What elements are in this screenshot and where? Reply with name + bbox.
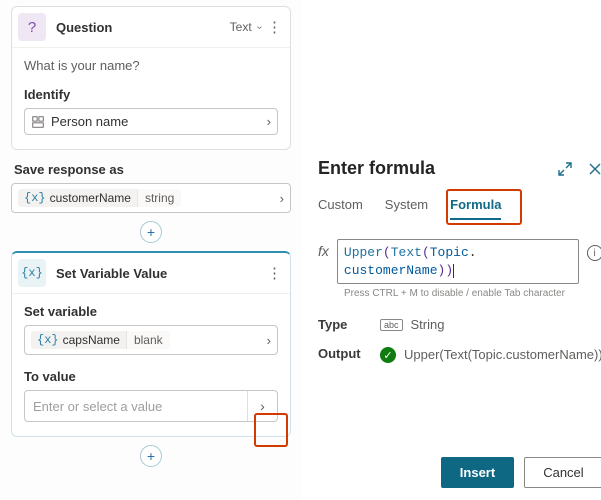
- question-card-title: Question: [56, 20, 230, 35]
- identify-label: Identify: [24, 87, 278, 102]
- to-value-label: To value: [24, 369, 278, 384]
- entity-icon: [31, 115, 45, 129]
- set-variable-card-header: {x} Set Variable Value ⋮: [12, 253, 290, 294]
- token-id: Topic: [430, 245, 469, 260]
- token-fn: Upper: [344, 245, 383, 260]
- tab-system[interactable]: System: [385, 197, 428, 220]
- fx-icon: fx: [318, 239, 329, 259]
- token-paren: (: [422, 245, 430, 260]
- type-row: Type abc String: [318, 317, 601, 332]
- question-card-body: What is your name? Identify Person name …: [12, 48, 290, 149]
- token-paren: )): [438, 263, 454, 278]
- editor-hint: Press CTRL + M to disable / enable Tab c…: [344, 288, 601, 299]
- insert-button[interactable]: Insert: [441, 457, 514, 488]
- save-response-variable-picker[interactable]: {x} customerName string ›: [11, 183, 291, 213]
- chevron-right-icon: ›: [267, 114, 271, 129]
- to-value-input-group: ›: [24, 390, 278, 422]
- variable-node-icon: {x}: [18, 259, 46, 287]
- save-response-label: Save response as: [12, 162, 292, 177]
- panel-title: Enter formula: [318, 158, 435, 179]
- variable-chip: {x} capsName: [31, 331, 126, 349]
- variable-name: customerName: [50, 191, 131, 205]
- chevron-right-icon: ›: [260, 398, 265, 414]
- output-label: Output: [318, 346, 380, 361]
- token-fn: Text: [391, 245, 422, 260]
- variable-type-badge: string: [137, 189, 181, 207]
- identify-entity-picker[interactable]: Person name ›: [24, 108, 278, 135]
- question-prompt-text[interactable]: What is your name?: [24, 58, 278, 73]
- more-menu-icon[interactable]: ⋮: [267, 264, 282, 282]
- text-caret: [453, 264, 454, 278]
- panel-spacer: [318, 18, 601, 158]
- formula-editor-row: fx Upper(Text(Topic.customerName)) i: [318, 239, 601, 284]
- panel-button-row: Insert Cancel: [318, 437, 601, 488]
- set-variable-picker[interactable]: {x} capsName blank ›: [24, 325, 278, 355]
- tab-custom[interactable]: Custom: [318, 197, 363, 220]
- output-value: Upper(Text(Topic.customerName)): [404, 346, 601, 364]
- token-dot: .: [469, 245, 477, 260]
- question-type-label: Text: [230, 20, 252, 34]
- question-type-selector[interactable]: Text › ⋮: [230, 18, 282, 36]
- output-row: Output ✓ Upper(Text(Topic.customerName)): [318, 346, 601, 364]
- formula-panel: Enter formula Custom System Formula fx U…: [302, 0, 601, 500]
- to-value-input[interactable]: [25, 399, 247, 414]
- close-icon[interactable]: [587, 161, 601, 177]
- token-paren: (: [383, 245, 391, 260]
- set-variable-label: Set variable: [24, 304, 278, 319]
- variable-icon: {x}: [24, 191, 46, 205]
- variable-chip: {x} customerName: [18, 189, 137, 207]
- tab-formula[interactable]: Formula: [450, 197, 501, 220]
- variable-state-badge: blank: [126, 331, 170, 349]
- canvas-column: ? Question Text › ⋮ What is your name? I…: [0, 0, 302, 500]
- chevron-right-icon: ›: [267, 333, 271, 348]
- add-node-button[interactable]: +: [140, 445, 162, 467]
- success-check-icon: ✓: [380, 347, 396, 363]
- type-label: Type: [318, 317, 380, 332]
- identify-value: Person name: [51, 114, 128, 129]
- expand-icon[interactable]: [557, 161, 573, 177]
- question-icon: ?: [18, 13, 46, 41]
- formula-editor[interactable]: Upper(Text(Topic.customerName)): [337, 239, 579, 284]
- question-card-header: ? Question Text › ⋮: [12, 7, 290, 48]
- more-menu-icon[interactable]: ⋮: [267, 18, 282, 36]
- to-value-picker-button[interactable]: ›: [247, 391, 277, 421]
- cancel-button[interactable]: Cancel: [524, 457, 601, 488]
- variable-name: capsName: [63, 333, 120, 347]
- chevron-down-icon: ›: [254, 25, 265, 28]
- chevron-right-icon: ›: [280, 191, 284, 206]
- info-icon[interactable]: i: [587, 245, 601, 261]
- type-value: String: [411, 317, 445, 332]
- panel-tabs: Custom System Formula: [318, 197, 601, 221]
- string-type-icon: abc: [380, 319, 403, 331]
- set-variable-node-card: {x} Set Variable Value ⋮ Set variable {x…: [11, 251, 291, 437]
- set-variable-title: Set Variable Value: [56, 266, 267, 281]
- panel-header: Enter formula: [318, 158, 601, 179]
- question-node-card: ? Question Text › ⋮ What is your name? I…: [11, 6, 291, 150]
- token-id: customerName: [344, 263, 438, 278]
- panel-header-actions: [557, 161, 601, 177]
- set-variable-card-body: Set variable {x} capsName blank › To val…: [12, 294, 290, 436]
- add-node-button[interactable]: +: [140, 221, 162, 243]
- variable-icon: {x}: [37, 333, 59, 347]
